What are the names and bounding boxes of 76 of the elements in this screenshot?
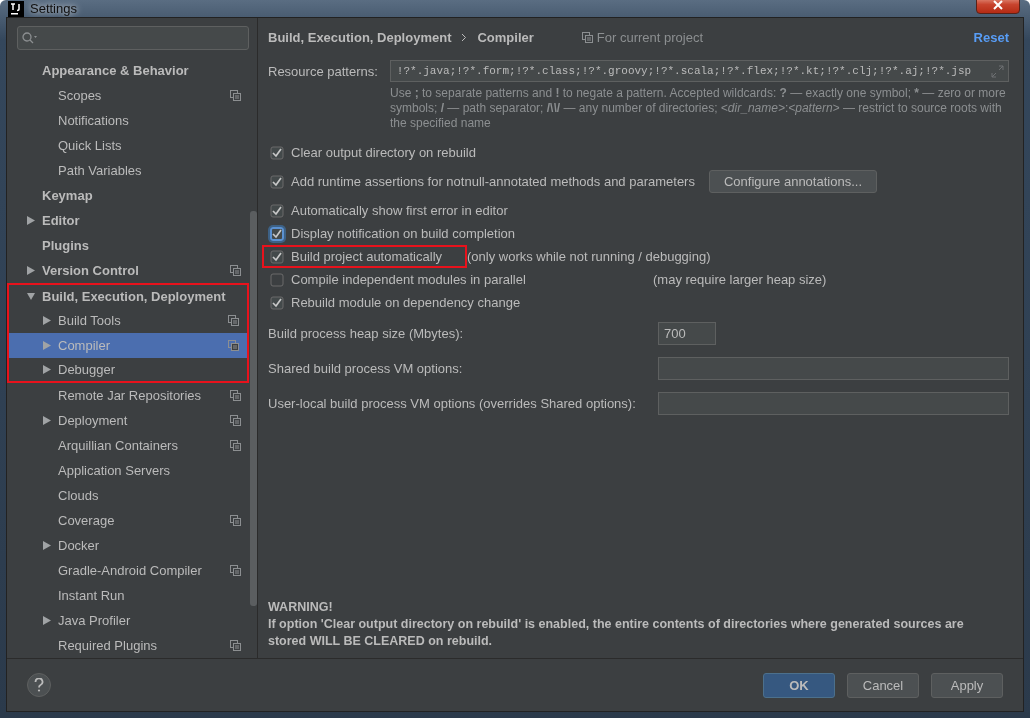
tree-item[interactable]: Clouds bbox=[7, 483, 249, 508]
field-label: Build process heap size (Mbytes): bbox=[268, 326, 465, 341]
warning-text: If option 'Clear output directory on rebuild' is enabled, the entire contents of directories where generated sources are stored WILL BE CLEARED on rebuild. bbox=[268, 616, 965, 650]
checkbox[interactable] bbox=[270, 145, 284, 160]
expand-arrow-icon[interactable] bbox=[43, 616, 51, 625]
scrollbar-thumb[interactable] bbox=[250, 211, 257, 606]
tree-item[interactable]: Coverage bbox=[7, 508, 249, 533]
tree-item[interactable]: Docker bbox=[7, 533, 249, 558]
tree-item[interactable]: Quick Lists bbox=[7, 133, 249, 158]
expand-arrow-icon[interactable] bbox=[27, 266, 35, 275]
checkbox-label: Build project automatically bbox=[291, 249, 443, 264]
text-field[interactable] bbox=[658, 392, 1009, 415]
dialog-button[interactable]: Apply bbox=[931, 672, 1003, 698]
breadcrumb-item: Compiler bbox=[477, 29, 534, 45]
search-field[interactable] bbox=[17, 26, 249, 50]
app-logo-icon bbox=[8, 0, 24, 17]
dialog-button[interactable]: OK bbox=[763, 672, 835, 698]
tree-item[interactable]: Arquillian Containers bbox=[7, 433, 249, 458]
text-field[interactable]: 700 bbox=[658, 322, 716, 345]
option-note: (may require larger heap size) bbox=[653, 272, 827, 287]
window-title: Settings bbox=[30, 1, 77, 16]
checkbox[interactable] bbox=[270, 272, 284, 287]
field-label: User-local build process VM options (overrides Shared options): bbox=[268, 396, 637, 411]
checkbox-label: Clear output directory on rebuild bbox=[291, 145, 476, 160]
breadcrumb-item: Build, Execution, Deployment bbox=[268, 29, 452, 45]
tree-item[interactable]: Appearance & Behavior bbox=[7, 58, 249, 83]
configure-button[interactable]: Configure annotations... bbox=[708, 170, 877, 193]
expand-arrow-icon[interactable] bbox=[43, 316, 51, 325]
tree-item[interactable]: Instant Run bbox=[7, 583, 249, 608]
checkbox-label: Rebuild module on dependency change bbox=[291, 295, 521, 310]
tree-item[interactable]: Notifications bbox=[7, 108, 249, 133]
checkbox-label: Compile independent modules in parallel bbox=[291, 272, 526, 287]
checkbox[interactable] bbox=[270, 203, 284, 218]
collapse-arrow-icon[interactable] bbox=[27, 292, 35, 301]
tree-item[interactable]: Editor bbox=[7, 208, 249, 233]
help-button[interactable] bbox=[27, 673, 51, 697]
scope-label: For current project bbox=[596, 29, 703, 45]
tree-item[interactable]: Version Control bbox=[7, 258, 249, 283]
warning-title: WARNING! bbox=[268, 599, 334, 616]
tree-item[interactable]: Application Servers bbox=[7, 458, 249, 483]
tree-item[interactable]: Path Variables bbox=[7, 158, 249, 183]
expand-arrow-icon[interactable] bbox=[43, 416, 51, 425]
text-field[interactable] bbox=[658, 357, 1009, 380]
field-label: Resource patterns: bbox=[268, 63, 378, 79]
resource-patterns-field[interactable]: !?*.java;!?*.form;!?*.class;!?*.groovy;!?*.scala;!?*.flex;!?*.kt;!?*.clj;!?*.aj;!?*.jsp bbox=[389, 60, 1009, 82]
tree-item[interactable]: Remote Jar Repositories bbox=[7, 383, 249, 408]
checkbox[interactable] bbox=[270, 249, 284, 264]
checkbox[interactable] bbox=[270, 226, 284, 241]
tree-item[interactable]: Required Plugins bbox=[7, 633, 249, 658]
checkbox[interactable] bbox=[270, 295, 284, 310]
tree-item[interactable]: Debugger bbox=[7, 358, 249, 383]
option-note: (only works while not running / debugging) bbox=[467, 249, 711, 264]
tree-item[interactable]: Plugins bbox=[7, 233, 249, 258]
expand-arrow-icon[interactable] bbox=[27, 216, 35, 225]
reset-link[interactable]: Reset bbox=[973, 29, 1009, 45]
hint-text: Use ; to separate patterns and ! to negate a pattern. Accepted wildcards: ? — exactly one symbol; * — zero or more symbols; / — path separator; /\\/ — any number of directories; <dir_name>:<pattern> — restrict to source roots with the specified name bbox=[390, 86, 1007, 131]
help-icon bbox=[34, 678, 44, 692]
checkbox-label: Add runtime assertions for notnull-annotated methods and parameters bbox=[291, 174, 695, 189]
tree-item[interactable]: Gradle-Android Compiler bbox=[7, 558, 249, 583]
tree-item[interactable]: Keymap bbox=[7, 183, 249, 208]
chevron-icon bbox=[461, 32, 468, 42]
expand-arrow-icon[interactable] bbox=[43, 541, 51, 550]
close-button[interactable] bbox=[976, 0, 1020, 14]
dialog-button[interactable]: Cancel bbox=[847, 672, 919, 698]
search-icon bbox=[22, 32, 38, 44]
tree-item[interactable]: Java Profiler bbox=[7, 608, 249, 633]
tree-item[interactable]: Scopes bbox=[7, 83, 249, 108]
tree-item[interactable]: Build, Execution, Deployment bbox=[7, 283, 249, 308]
copy-icon bbox=[581, 31, 593, 43]
checkbox[interactable] bbox=[270, 174, 284, 189]
checkbox-label: Display notification on build completion bbox=[291, 226, 515, 241]
field-label: Shared build process VM options: bbox=[268, 361, 464, 376]
close-icon bbox=[992, 0, 1004, 10]
tree-item[interactable]: Deployment bbox=[7, 408, 249, 433]
expand-arrow-icon[interactable] bbox=[43, 365, 51, 374]
checkbox-label: Automatically show first error in editor bbox=[291, 203, 508, 218]
